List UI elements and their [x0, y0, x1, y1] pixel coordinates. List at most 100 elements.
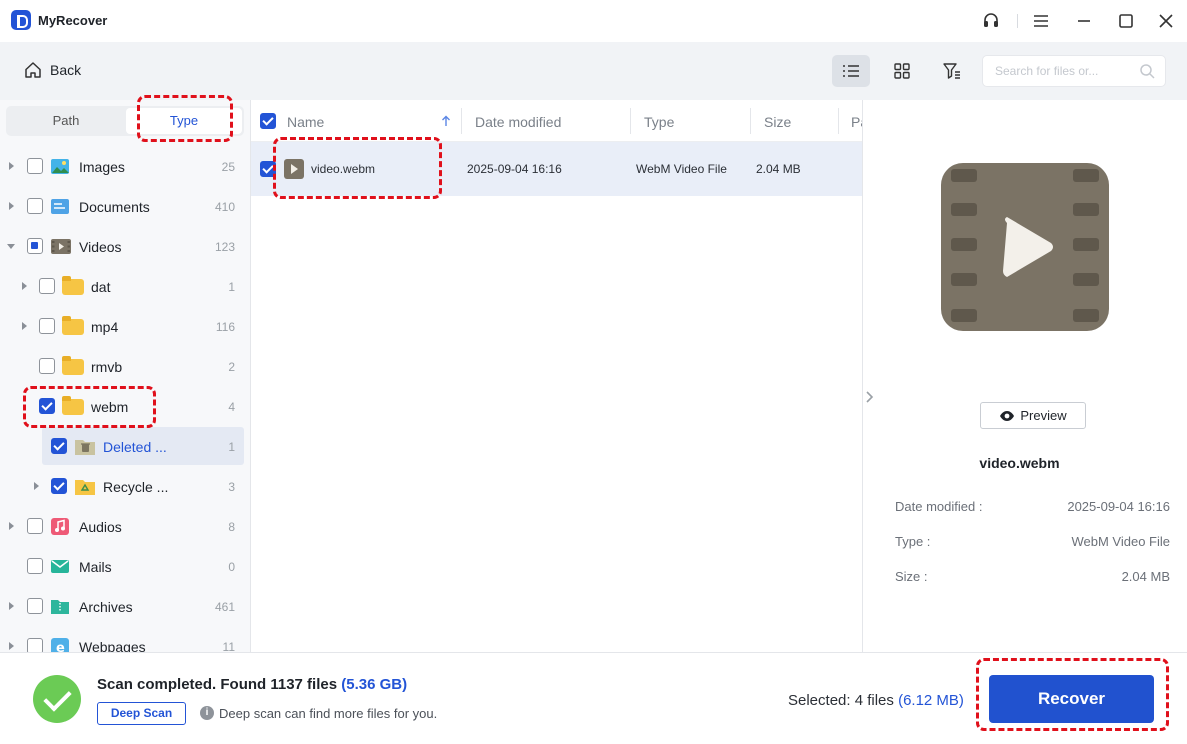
tree-item-label: dat [91, 279, 111, 295]
recycle-folder-icon [74, 476, 96, 496]
folder-icon [62, 316, 84, 335]
chevron-right-icon[interactable] [864, 390, 874, 404]
file-name: video.webm [311, 162, 376, 176]
sort-ascending-icon[interactable] [441, 115, 451, 127]
column-type[interactable]: Type [644, 114, 674, 130]
documents-icon [50, 197, 70, 216]
audios-icon [50, 517, 70, 536]
checkbox[interactable] [27, 158, 43, 174]
tree-item-count: 4 [228, 400, 235, 414]
column-divider[interactable] [630, 108, 631, 134]
tree-item-dat[interactable]: dat 1 [0, 267, 250, 307]
filter-button[interactable] [933, 55, 971, 87]
minimize-icon[interactable] [1073, 10, 1095, 32]
search-input[interactable] [995, 62, 1135, 80]
back-button[interactable]: Back [24, 61, 81, 79]
search-icon[interactable] [1139, 63, 1155, 79]
tree-item-rmvb[interactable]: rmvb 2 [0, 347, 250, 387]
tree-item-label: Webpages [79, 639, 146, 652]
back-label: Back [50, 62, 82, 78]
checkbox[interactable] [27, 598, 43, 614]
tree-item-count: 2 [228, 360, 235, 374]
maximize-icon[interactable] [1115, 10, 1137, 32]
checkbox[interactable] [39, 398, 55, 414]
collapse-arrow-icon[interactable] [7, 244, 15, 249]
search-box [982, 55, 1166, 87]
preview-button[interactable]: Preview [980, 402, 1086, 429]
column-date-modified[interactable]: Date modified [475, 114, 561, 130]
expand-arrow-icon[interactable] [9, 202, 14, 210]
checkbox[interactable] [51, 478, 67, 494]
recover-button[interactable]: Recover [989, 675, 1154, 723]
tree-item-archives[interactable]: Archives 461 [0, 587, 250, 627]
selected-count: Selected: 4 files [788, 692, 894, 709]
video-thumbnail-icon [941, 163, 1109, 331]
tree-item-mp4[interactable]: mp4 116 [0, 307, 250, 347]
tree-item-audios[interactable]: Audios 8 [0, 507, 250, 547]
checkbox[interactable] [39, 358, 55, 374]
folder-icon [62, 396, 84, 415]
expand-arrow-icon[interactable] [22, 322, 27, 330]
checkbox[interactable] [27, 198, 43, 214]
tab-path[interactable]: Path [8, 108, 124, 134]
checkbox[interactable] [27, 518, 43, 534]
tree-item-documents[interactable]: Documents 410 [0, 187, 250, 227]
column-divider[interactable] [750, 108, 751, 134]
tree-item-count: 116 [215, 320, 235, 334]
tree-item-label: Recycle ... [103, 479, 169, 495]
select-all-checkbox[interactable] [260, 113, 276, 129]
column-name[interactable]: Name [287, 114, 324, 130]
menu-icon[interactable] [1030, 10, 1052, 32]
tree-item-count: 8 [228, 520, 235, 534]
deep-scan-button[interactable]: Deep Scan [97, 702, 186, 725]
expand-arrow-icon[interactable] [9, 162, 14, 170]
tree-item-label: rmvb [91, 359, 123, 375]
tree-item-recycle-bin[interactable]: Recycle ... 3 [0, 467, 250, 507]
title-separator [1017, 14, 1018, 28]
file-list-header: Name Date modified Type Size Pa [251, 100, 862, 142]
tree-item-webm[interactable]: webm 4 [0, 387, 250, 427]
tree-item-images[interactable]: Images 25 [0, 147, 250, 187]
tree-item-label: Documents [79, 199, 150, 215]
tree-item-label: Mails [79, 559, 112, 575]
row-checkbox[interactable] [260, 161, 276, 177]
checkbox[interactable] [51, 438, 67, 454]
checkbox[interactable] [27, 558, 43, 574]
column-path[interactable]: Pa [851, 114, 862, 130]
title-bar: MyRecover [0, 0, 1187, 42]
tree-item-webpages[interactable]: e Webpages 11 [0, 627, 250, 652]
column-divider[interactable] [461, 108, 462, 134]
file-size: 2.04 MB [756, 162, 801, 176]
expand-arrow-icon[interactable] [9, 522, 14, 530]
column-size[interactable]: Size [764, 114, 791, 130]
expand-arrow-icon[interactable] [9, 642, 14, 650]
support-headset-icon[interactable] [980, 10, 1002, 32]
expand-arrow-icon[interactable] [9, 602, 14, 610]
grid-view-button[interactable] [883, 55, 921, 87]
info-icon: i [200, 706, 214, 720]
column-divider[interactable] [838, 108, 839, 134]
expand-arrow-icon[interactable] [34, 482, 39, 490]
tree-item-mails[interactable]: Mails 0 [0, 547, 250, 587]
detail-label-type: Type : [895, 534, 931, 549]
tree-item-count: 1 [228, 440, 235, 454]
grid-view-icon [894, 63, 910, 79]
scan-complete-check-icon [33, 675, 81, 723]
tree-item-deleted-files[interactable]: Deleted ... 1 [0, 427, 250, 467]
table-row[interactable]: video.webm 2025-09-04 16:16 WebM Video F… [251, 142, 862, 196]
tree-item-count: 11 [222, 640, 235, 652]
eye-icon [1000, 410, 1015, 421]
list-view-button[interactable] [832, 55, 870, 87]
checkbox[interactable] [27, 238, 43, 254]
tree-item-videos[interactable]: Videos 123 [0, 227, 250, 267]
category-panel: Path Type Images 25 Documents 410 Videos… [0, 100, 251, 652]
videos-icon [50, 237, 71, 256]
filter-icon [943, 63, 960, 79]
close-icon[interactable] [1155, 10, 1177, 32]
checkbox[interactable] [39, 278, 55, 294]
detail-label-size: Size : [895, 569, 928, 584]
checkbox[interactable] [39, 318, 55, 334]
tab-type[interactable]: Type [126, 108, 242, 134]
checkbox[interactable] [27, 638, 43, 652]
expand-arrow-icon[interactable] [22, 282, 27, 290]
